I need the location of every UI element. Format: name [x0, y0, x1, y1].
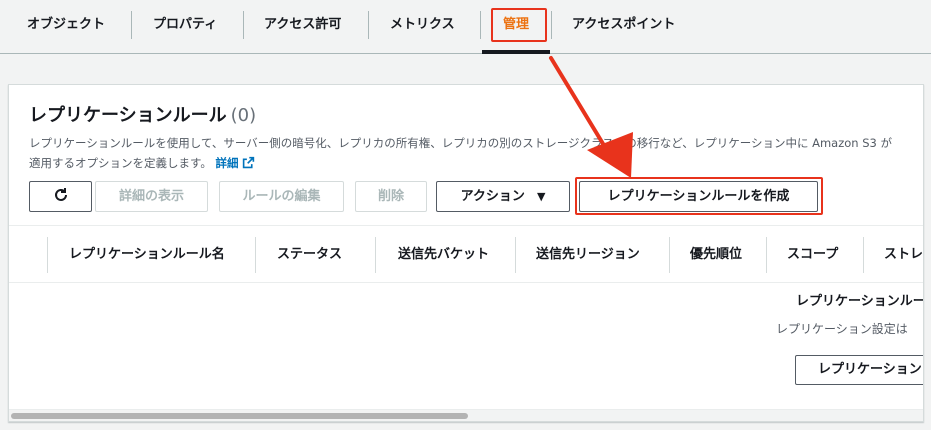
actions-dropdown[interactable]: アクション ▼: [436, 181, 570, 212]
refresh-icon: [54, 188, 67, 201]
view-details-button[interactable]: 詳細の表示: [95, 181, 208, 212]
column-header-destination-bucket[interactable]: 送信先バケット: [378, 226, 489, 284]
column-header-priority[interactable]: 優先順位: [670, 226, 742, 284]
tab-properties[interactable]: プロパティ: [153, 0, 217, 50]
empty-state-description: レプリケーション設定は: [776, 322, 908, 336]
scrollbar-thumb[interactable]: [11, 413, 468, 419]
caret-down-icon: ▼: [536, 190, 546, 203]
tab-divider: [131, 11, 132, 39]
details-link[interactable]: 詳細: [216, 156, 239, 170]
edit-rule-button[interactable]: ルールの編集: [219, 181, 344, 212]
panel-description-text: レプリケーションルールを使用して、サーバー側の暗号化、レプリカの所有権、レプリカ…: [29, 136, 893, 170]
table-header: レプリケーションルール名 ステータス 送信先バケット 送信先リージョン 優先順位…: [9, 225, 923, 284]
replication-rules-panel: レプリケーションルール (0) レプリケーションルールを使用して、サーバー側の暗号…: [8, 84, 924, 422]
column-divider: [375, 237, 376, 273]
tab-bar: オブジェクト プロパティ アクセス許可 メトリクス 管理 アクセスポイント: [0, 0, 931, 54]
tab-divider: [368, 11, 369, 39]
tab-metrics[interactable]: メトリクス: [390, 0, 455, 50]
external-link-icon[interactable]: [242, 156, 255, 169]
column-header-scope[interactable]: スコープ: [767, 226, 838, 284]
management-tab-highlight: [491, 8, 547, 42]
active-tab-indicator: [482, 50, 550, 54]
column-header-status[interactable]: ステータス: [257, 226, 342, 284]
column-header-storage[interactable]: ストレ: [864, 226, 923, 284]
horizontal-scrollbar[interactable]: [9, 409, 923, 421]
tab-permissions[interactable]: アクセス許可: [264, 0, 341, 50]
refresh-button[interactable]: [29, 181, 92, 212]
column-divider: [255, 237, 256, 273]
tab-divider: [551, 11, 552, 39]
tab-divider: [480, 11, 481, 39]
rule-count: (0): [230, 105, 257, 126]
panel-title: レプリケーションルール (0): [29, 101, 256, 127]
tab-objects[interactable]: オブジェクト: [27, 0, 105, 50]
panel-title-text: レプリケーションルール: [29, 105, 227, 126]
column-divider: [47, 237, 48, 273]
empty-state-create-button[interactable]: レプリケーション: [795, 355, 923, 385]
column-header-rule-name[interactable]: レプリケーションルール名: [49, 226, 225, 284]
tab-divider: [243, 11, 244, 39]
tab-access-points[interactable]: アクセスポイント: [572, 0, 675, 50]
create-button-highlight: [575, 177, 823, 215]
column-header-destination-region[interactable]: 送信先リージョン: [516, 226, 640, 284]
empty-state-title: レプリケーションルール: [796, 294, 923, 309]
panel-description: レプリケーションルールを使用して、サーバー側の暗号化、レプリカの所有権、レプリカ…: [29, 133, 899, 173]
actions-label: アクション: [460, 189, 525, 204]
delete-button[interactable]: 削除: [355, 181, 427, 212]
